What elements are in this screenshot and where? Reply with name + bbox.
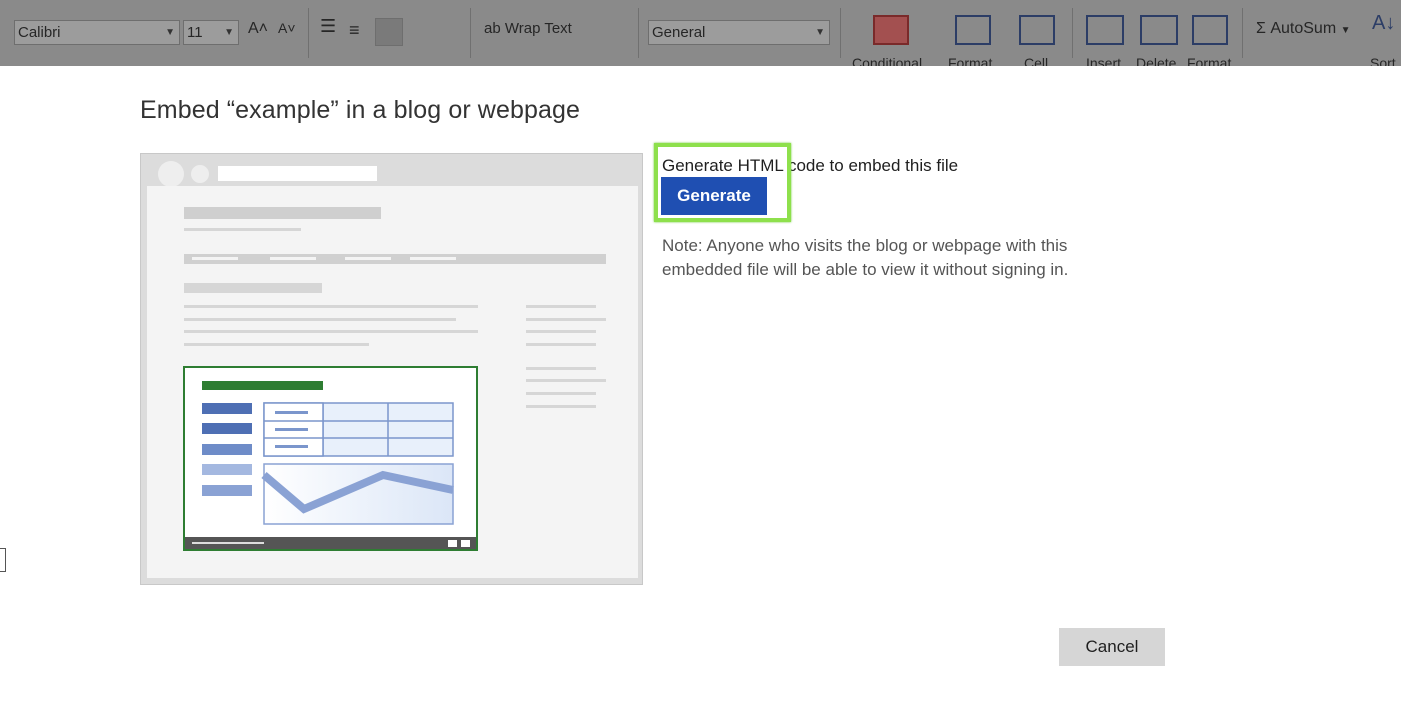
delete-label: Delete xyxy=(1136,55,1177,66)
embed-dialog: Embed “example” in a blog or webpage Gen… xyxy=(0,66,1401,701)
autosum-label: AutoSum xyxy=(1270,20,1337,37)
embed-preview-illustration xyxy=(140,153,643,585)
ribbon-separator xyxy=(1072,8,1073,58)
insert-label: Insert xyxy=(1086,55,1122,66)
wrap-text-icon: ab xyxy=(484,20,501,37)
decrease-font-icon[interactable]: A˅ xyxy=(278,20,296,36)
ribbon-separator xyxy=(470,8,471,58)
conditional-label: Conditional xyxy=(852,55,923,66)
format-as-table-label: Format xyxy=(948,55,993,66)
delete-cells-icon[interactable] xyxy=(1140,15,1178,45)
sigma-icon: Σ xyxy=(1256,20,1266,37)
align-middle-icon[interactable]: ≡ xyxy=(349,20,360,41)
format-as-table-icon[interactable] xyxy=(955,15,991,45)
window-edge-fragment xyxy=(0,548,6,572)
ribbon-separator xyxy=(308,8,309,58)
ribbon-separator xyxy=(638,8,639,58)
ribbon-separator xyxy=(840,8,841,58)
font-name-dropdown[interactable]: Calibri ▼ xyxy=(14,20,180,45)
align-bottom-icon[interactable] xyxy=(375,18,403,46)
ribbon-separator xyxy=(1242,8,1243,58)
chevron-down-icon: ▼ xyxy=(165,27,175,38)
generate-button[interactable]: Generate xyxy=(661,177,767,215)
sort-icon[interactable]: A↓ xyxy=(1372,12,1395,35)
chevron-down-icon: ▼ xyxy=(1340,25,1351,36)
ribbon-toolbar: Calibri ▼ 11 ▼ A˄ A˅ ☰ ≡ ab Wrap Text Ge… xyxy=(0,0,1401,66)
number-format-dropdown[interactable]: General ▼ xyxy=(648,20,830,45)
chevron-down-icon: ▼ xyxy=(224,27,234,38)
font-size-dropdown[interactable]: 11 ▼ xyxy=(183,20,239,45)
autosum-button[interactable]: Σ AutoSum ▼ xyxy=(1256,20,1351,38)
font-name-value: Calibri xyxy=(18,24,61,41)
format-label: Format xyxy=(1187,55,1232,66)
wrap-text-label: Wrap Text xyxy=(504,20,572,37)
dialog-title: Embed “example” in a blog or webpage xyxy=(140,96,580,124)
number-format-value: General xyxy=(652,24,706,41)
format-cells-icon[interactable] xyxy=(1192,15,1228,45)
insert-cells-icon[interactable] xyxy=(1086,15,1124,45)
font-size-value: 11 xyxy=(187,24,203,41)
cell-styles-icon[interactable] xyxy=(1019,15,1055,45)
embed-note: Note: Anyone who visits the blog or webp… xyxy=(662,236,1069,279)
align-top-icon[interactable]: ☰ xyxy=(320,16,336,37)
cell-styles-label: Cell xyxy=(1024,55,1049,66)
sort-label: Sort xyxy=(1370,55,1396,66)
increase-font-icon[interactable]: A˄ xyxy=(248,20,268,38)
embed-instructions: Generate HTML code to embed this file xyxy=(662,156,959,175)
wrap-text-button[interactable]: ab Wrap Text xyxy=(484,20,572,37)
cancel-button[interactable]: Cancel xyxy=(1059,628,1165,666)
conditional-formatting-icon[interactable] xyxy=(873,15,909,45)
chevron-down-icon: ▼ xyxy=(815,27,825,38)
